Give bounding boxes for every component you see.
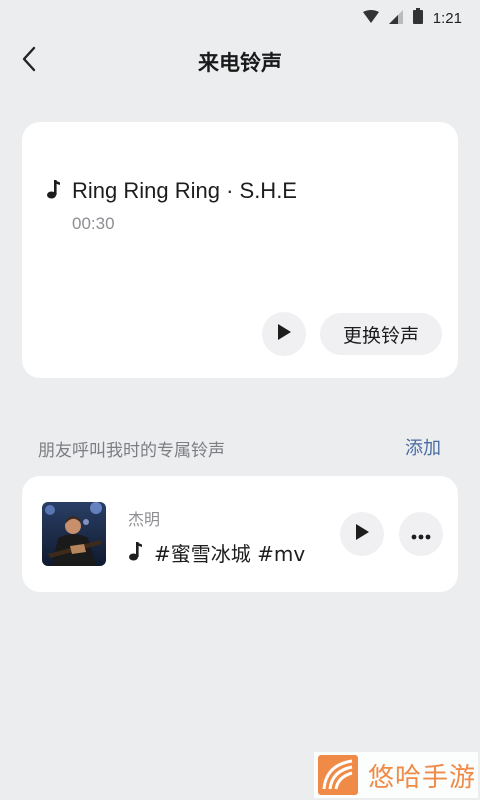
avatar <box>42 502 106 566</box>
current-ringtone-row: Ring Ring Ring · S.H.E <box>46 178 297 204</box>
play-icon <box>354 523 370 545</box>
current-ringtone-name: Ring Ring Ring · S.H.E <box>72 178 297 203</box>
status-icons: 1:21 <box>362 8 462 28</box>
signal-icon <box>388 9 403 28</box>
current-ringtone-card: Ring Ring Ring · S.H.E 00:30 更换铃声 <box>22 122 458 378</box>
friend-ringtone-row: #蜜雪冰城 #mv <box>128 538 305 567</box>
more-icon <box>411 525 431 544</box>
friend-play-button[interactable] <box>340 512 384 556</box>
play-icon <box>276 323 292 345</box>
friend-ringtone-card: 杰明 #蜜雪冰城 #mv <box>22 476 458 592</box>
status-time: 1:21 <box>432 9 462 27</box>
watermark-text: 悠哈手游 <box>368 762 477 793</box>
add-friend-ringtone-link[interactable]: 添加 <box>405 434 441 460</box>
status-bar: 1:21 <box>0 0 480 34</box>
music-note-icon <box>128 540 142 566</box>
wifi-icon <box>362 9 379 28</box>
battery-icon <box>412 8 423 28</box>
contact-name: 杰明 <box>128 510 161 529</box>
current-ringtone-duration: 00:30 <box>72 214 115 233</box>
music-note-icon <box>46 178 60 204</box>
friends-section-label: 朋友呼叫我时的专属铃声 <box>38 441 225 461</box>
header: 来电铃声 <box>0 34 480 88</box>
watermark-logo-icon <box>318 755 358 795</box>
change-ringtone-button[interactable]: 更换铃声 <box>320 313 442 355</box>
page-title: 来电铃声 <box>198 51 282 75</box>
friend-ringtone-name: #蜜雪冰城 #mv <box>154 542 306 566</box>
watermark: 悠哈手游 <box>314 752 478 798</box>
friend-more-button[interactable] <box>399 512 443 556</box>
play-button[interactable] <box>262 312 306 356</box>
